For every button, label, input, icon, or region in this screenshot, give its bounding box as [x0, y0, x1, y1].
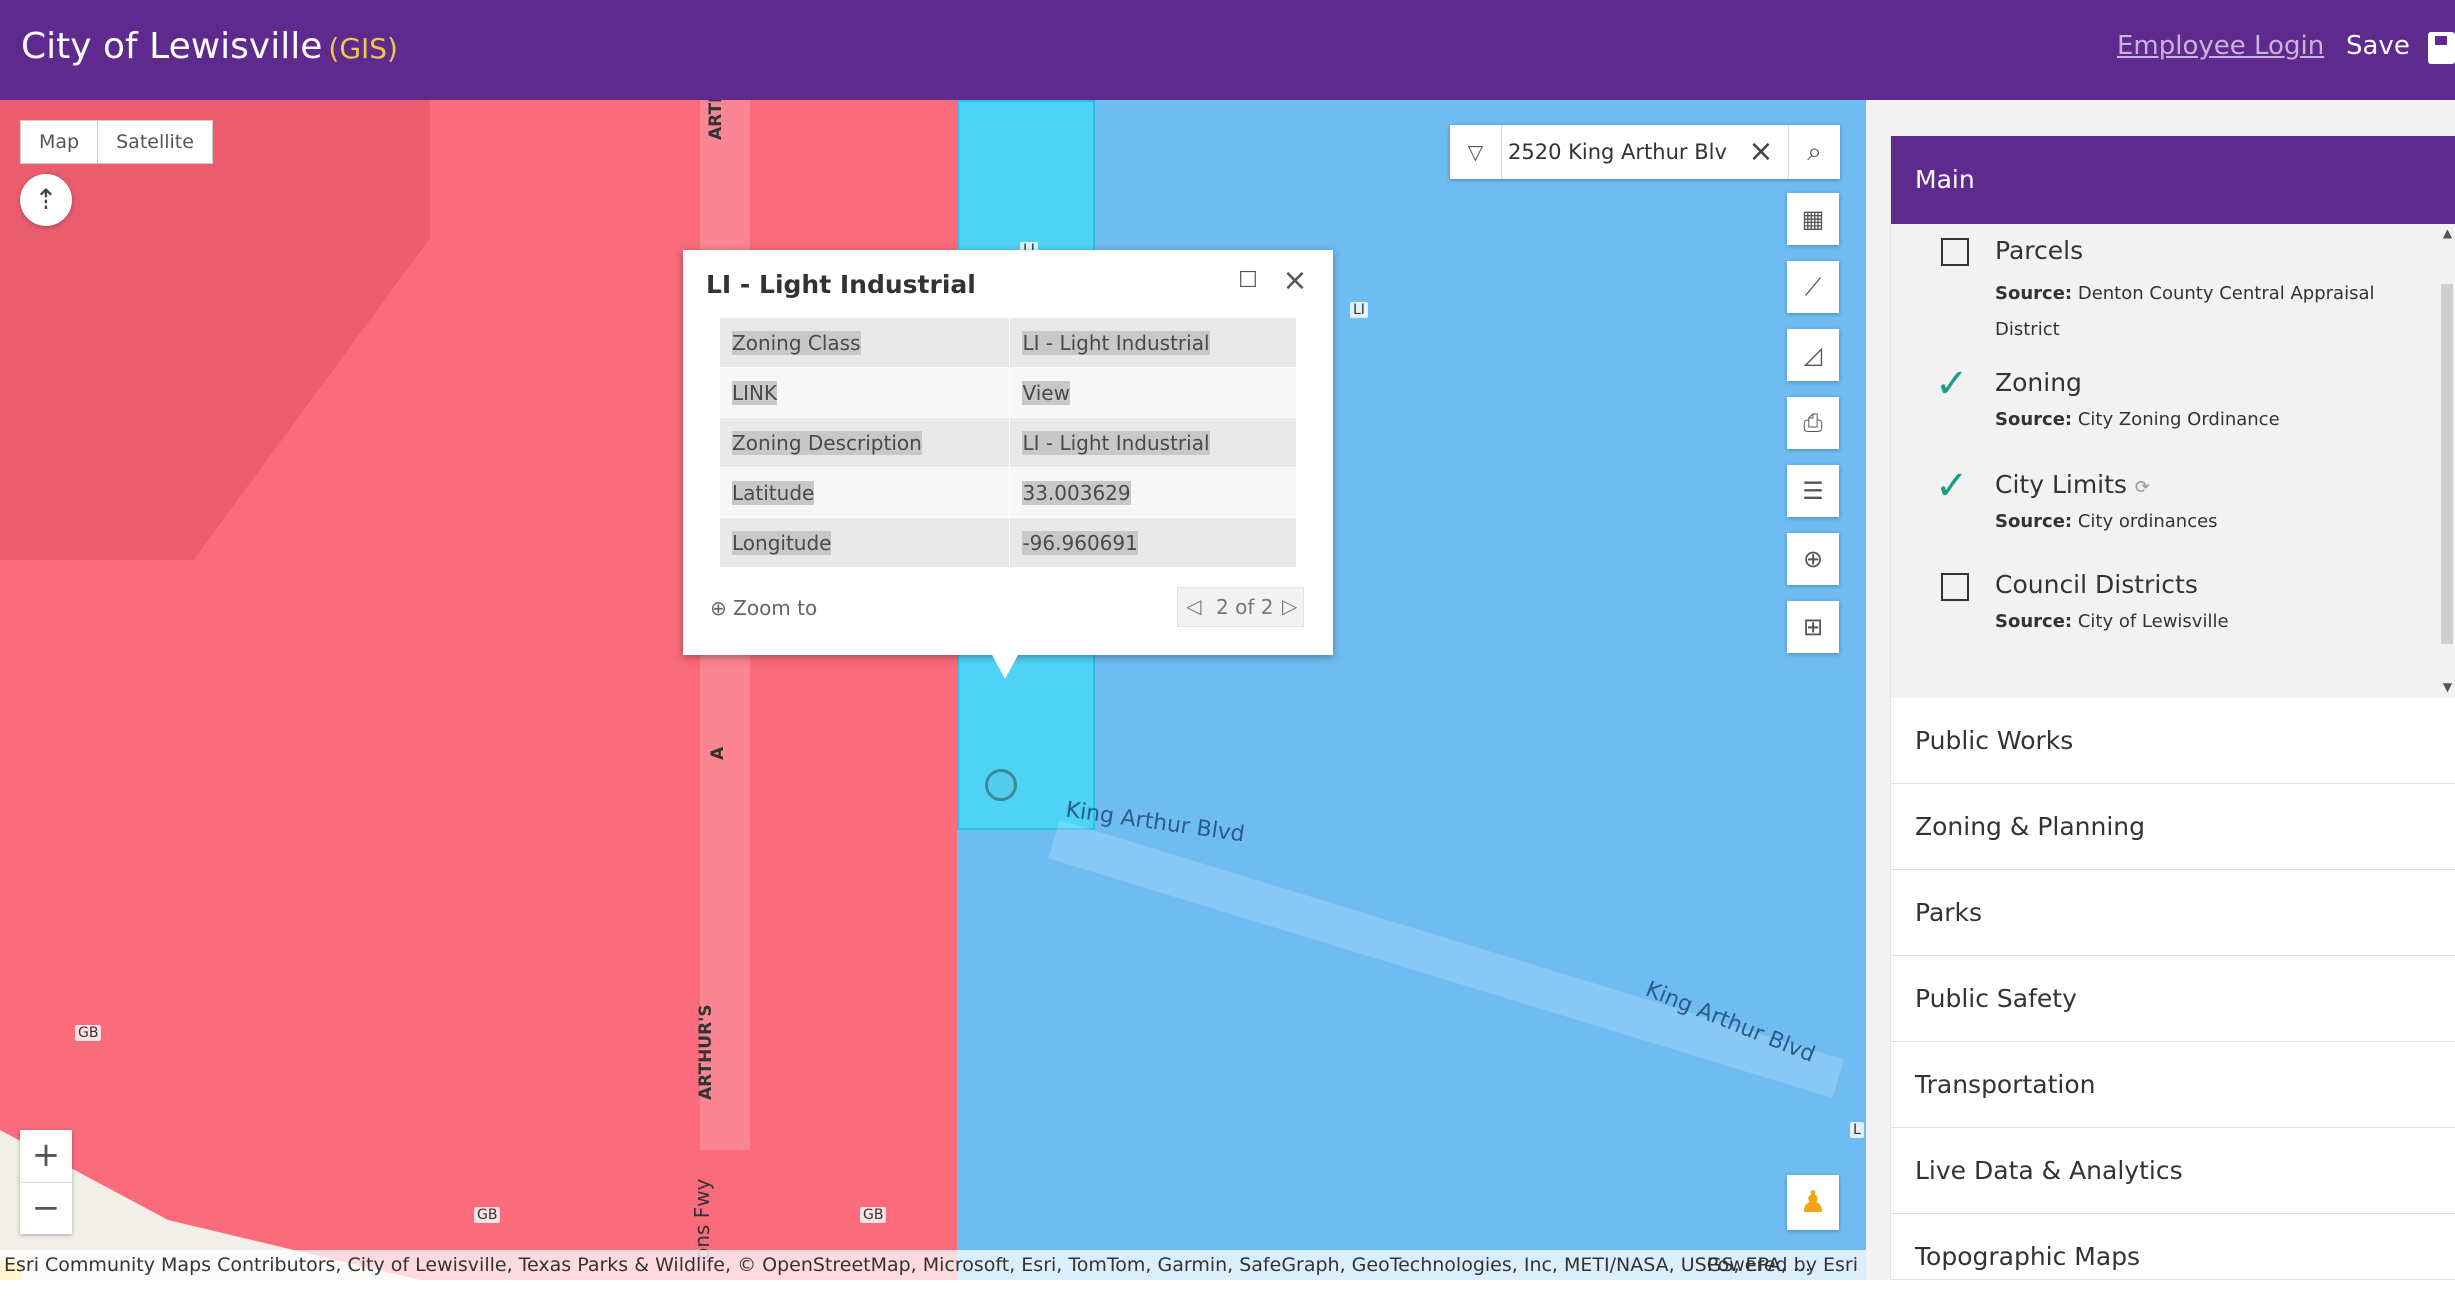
app-title: City of Lewisville (GIS): [21, 26, 398, 67]
sketch-icon[interactable]: ◿: [1787, 329, 1839, 381]
layer-list-scrollbar[interactable]: ▲ ▼: [2439, 224, 2455, 698]
list-icon[interactable]: ☰: [1787, 465, 1839, 517]
section-topographic-maps[interactable]: Topographic Maps: [1891, 1214, 2455, 1280]
table-row: Zoning Class LI - Light Industrial: [718, 317, 1297, 368]
layer-name: Council Districts: [1995, 570, 2198, 599]
layer-source: Source: City of Lewisville: [1995, 611, 2229, 632]
scroll-thumb[interactable]: [2441, 284, 2453, 644]
check-icon[interactable]: ✓: [1935, 364, 1969, 404]
scroll-up-arrow-icon[interactable]: ▲: [2439, 226, 2455, 240]
zoom-to-label: Zoom to: [733, 596, 818, 620]
field-value: LI - Light Industrial: [1009, 317, 1297, 368]
layer-source: Source: Denton County Central Appraisal …: [1995, 283, 2375, 340]
scroll-down-arrow-icon[interactable]: ▼: [2439, 680, 2455, 694]
search-icon[interactable]: ⌕: [1788, 125, 1840, 179]
zoom-in-button[interactable]: +: [20, 1130, 72, 1182]
section-public-works[interactable]: Public Works: [1891, 698, 2455, 784]
field-value-link[interactable]: View: [1009, 367, 1297, 418]
layer-name: Zoning: [1995, 368, 2082, 397]
field-name: Zoning Class: [718, 317, 1011, 368]
road-label-fwy: ons Fwy: [690, 1178, 714, 1260]
search-box: ▽ × ⌕: [1450, 125, 1840, 179]
map-type-toggle: Map Satellite: [20, 120, 213, 164]
chevron-down-icon[interactable]: ▽: [1450, 125, 1502, 179]
zone-tag-li: LI: [1350, 302, 1368, 318]
popup-pointer: [991, 653, 1019, 679]
zone-tag-gb: GB: [860, 1207, 887, 1223]
layer-name: Parcels: [1995, 236, 2084, 265]
field-name: LINK: [718, 367, 1011, 418]
layer-source: Source: City ordinances: [1995, 511, 2218, 532]
table-row: LINK View: [718, 367, 1297, 418]
road-king-arthur: [1048, 820, 1845, 1098]
compass-icon[interactable]: ⇡: [20, 174, 72, 226]
checkbox-unchecked[interactable]: [1941, 573, 1969, 601]
qr-code-icon[interactable]: ▦: [1787, 193, 1839, 245]
powered-by-esri[interactable]: Powered by Esri: [1707, 1250, 1858, 1280]
zone-tag-gb: GB: [474, 1207, 501, 1223]
zone-tag-gb: GB: [75, 1025, 102, 1041]
layer-panel: Main Parcels Source: Denton County Centr…: [1890, 136, 2455, 1280]
zoom-to-button[interactable]: ⊕ Zoom to: [710, 596, 817, 620]
maximize-icon[interactable]: ☐: [1235, 268, 1261, 294]
print-icon[interactable]: ⎙: [1787, 397, 1839, 449]
popup-pager: ◁ 2 of 2 ▷: [1177, 587, 1304, 627]
field-name: Latitude: [718, 467, 1011, 518]
search-input[interactable]: [1508, 125, 1728, 179]
street-view-pegman-icon[interactable]: ♟: [1787, 1175, 1839, 1230]
field-name: Longitude: [718, 517, 1011, 568]
check-icon[interactable]: ✓: [1935, 466, 1969, 506]
table-row: Longitude -96.960691: [718, 517, 1297, 568]
section-transportation[interactable]: Transportation: [1891, 1042, 2455, 1128]
checkbox-unchecked[interactable]: [1941, 238, 1969, 266]
map-type-satellite[interactable]: Satellite: [97, 121, 212, 163]
zone-tag-l: L: [1850, 1122, 1864, 1138]
field-name: Zoning Description: [718, 417, 1011, 468]
map-type-map[interactable]: Map: [21, 121, 97, 163]
map-attribution: Esri Community Maps Contributors, City o…: [0, 1250, 1866, 1280]
street-label-upper: ARTH: [706, 100, 726, 140]
close-icon[interactable]: ×: [1280, 266, 1310, 296]
table-row: Zoning Description LI - Light Industrial: [718, 417, 1297, 468]
layer-sidebar: Main Parcels Source: Denton County Centr…: [1866, 100, 2455, 1280]
app-subtitle: (GIS): [328, 32, 398, 65]
layer-name: City Limits ⟳: [1995, 470, 2150, 499]
layer-source: Source: City Zoning Ordinance: [1995, 409, 2280, 430]
popup-title: LI - Light Industrial: [706, 270, 976, 299]
feature-popup: LI - Light Industrial ☐ × Zoning Class L…: [683, 250, 1333, 655]
chevron-left-icon[interactable]: ◁: [1186, 594, 1201, 618]
attribution-text: Esri Community Maps Contributors, City o…: [4, 1254, 1811, 1276]
add-note-icon[interactable]: ⊞: [1787, 601, 1839, 653]
employee-login-link[interactable]: Employee Login: [2117, 31, 2324, 61]
section-public-safety[interactable]: Public Safety: [1891, 956, 2455, 1042]
location-marker[interactable]: [985, 769, 1017, 801]
app-title-text: City of Lewisville: [21, 26, 323, 67]
popup-attribute-table: Zoning Class LI - Light Industrial LINK …: [718, 317, 1297, 568]
panel-heading-main[interactable]: Main: [1891, 136, 2455, 224]
layer-list: Parcels Source: Denton County Central Ap…: [1891, 224, 2455, 698]
zoom-control: + −: [20, 1130, 72, 1234]
save-button[interactable]: Save: [2346, 31, 2410, 61]
street-label-lower: ARTHUR'S: [696, 1004, 716, 1100]
street-label-a: A: [708, 746, 728, 760]
measure-icon[interactable]: ⟋: [1787, 261, 1839, 313]
chevron-right-icon[interactable]: ▷: [1282, 594, 1297, 618]
zoom-out-button[interactable]: −: [20, 1182, 72, 1234]
section-live-data[interactable]: Live Data & Analytics: [1891, 1128, 2455, 1214]
field-value: 33.003629: [1009, 467, 1297, 518]
field-value: -96.960691: [1009, 517, 1297, 568]
refresh-icon: ⟳: [2134, 477, 2150, 498]
close-icon[interactable]: ×: [1738, 125, 1784, 179]
pager-text: 2 of 2: [1216, 595, 1274, 619]
table-row: Latitude 33.003629: [718, 467, 1297, 518]
zoom-in-icon: ⊕: [710, 596, 727, 620]
app-header: City of Lewisville (GIS) Employee Login S…: [0, 0, 2455, 100]
save-icon[interactable]: [2428, 32, 2455, 64]
section-parks[interactable]: Parks: [1891, 870, 2455, 956]
field-value: LI - Light Industrial: [1009, 417, 1297, 468]
section-zoning-planning[interactable]: Zoning & Planning: [1891, 784, 2455, 870]
locate-icon[interactable]: ⊕: [1787, 533, 1839, 585]
